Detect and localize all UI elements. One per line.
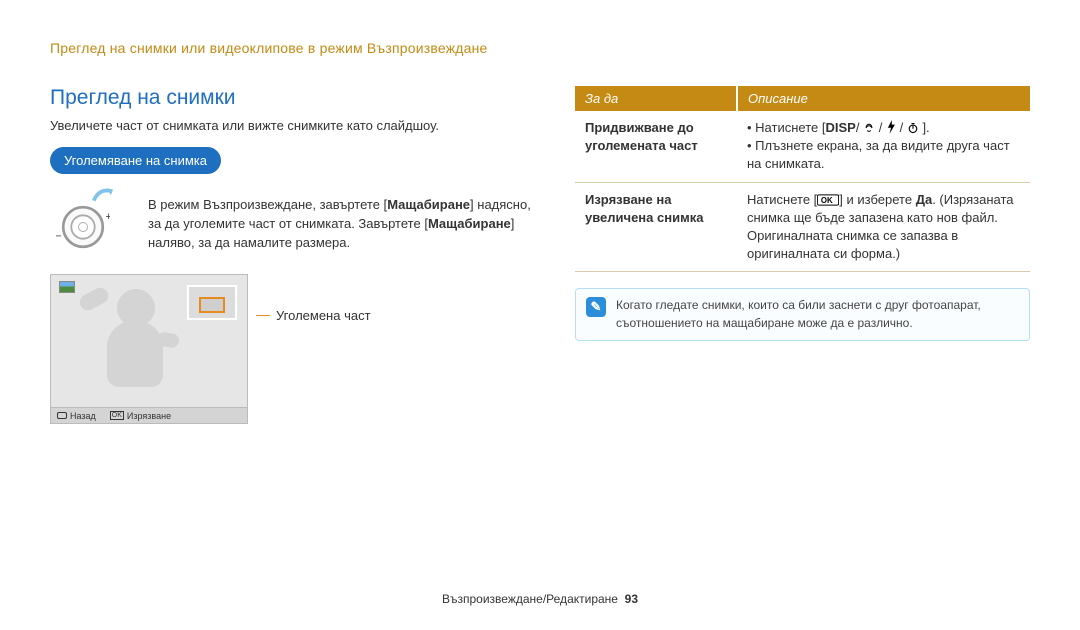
table-head-desc: Описание: [737, 86, 1030, 111]
table-row: Изрязване на увеличена снимка Натиснете …: [575, 182, 1030, 272]
svg-text:−: −: [56, 231, 61, 243]
minimap-indicator: [187, 285, 237, 320]
timer-icon: [907, 122, 919, 134]
svg-text:+: +: [106, 211, 111, 223]
section-title: Преглед на снимки: [50, 86, 540, 110]
dial-illustration: + −: [50, 188, 130, 258]
macro-icon: [863, 122, 875, 134]
ok-key-icon: OK: [817, 194, 839, 206]
picture-icon: [59, 281, 75, 293]
page-footer: Възпроизвеждане/Редактиране 93: [0, 592, 1080, 606]
info-icon: ✎: [586, 297, 606, 317]
svg-text:OK: OK: [821, 196, 833, 205]
table-row: Придвижване до уголемената част Натиснет…: [575, 111, 1030, 182]
subsection-pill: Уголемяване на снимка: [50, 147, 221, 174]
info-note: ✎ Когато гледате снимки, които са били з…: [575, 288, 1030, 341]
breadcrumb: Преглед на снимки или видеоклипове в реж…: [50, 40, 1030, 56]
dial-caption: В режим Възпроизвеждане, завъртете [Маща…: [148, 188, 540, 253]
actions-table: За да Описание Придвижване до уголеменат…: [575, 86, 1030, 272]
crop-button: OKИзрязване: [110, 411, 171, 421]
table-head-todo: За да: [575, 86, 737, 111]
intro-text: Увеличете част от снимката или вижте сни…: [50, 118, 540, 133]
flash-icon: [886, 120, 896, 134]
zoom-area-callout: Уголемена част: [256, 308, 371, 323]
screen-preview: Назад OKИзрязване: [50, 274, 248, 424]
back-button: Назад: [57, 411, 96, 421]
